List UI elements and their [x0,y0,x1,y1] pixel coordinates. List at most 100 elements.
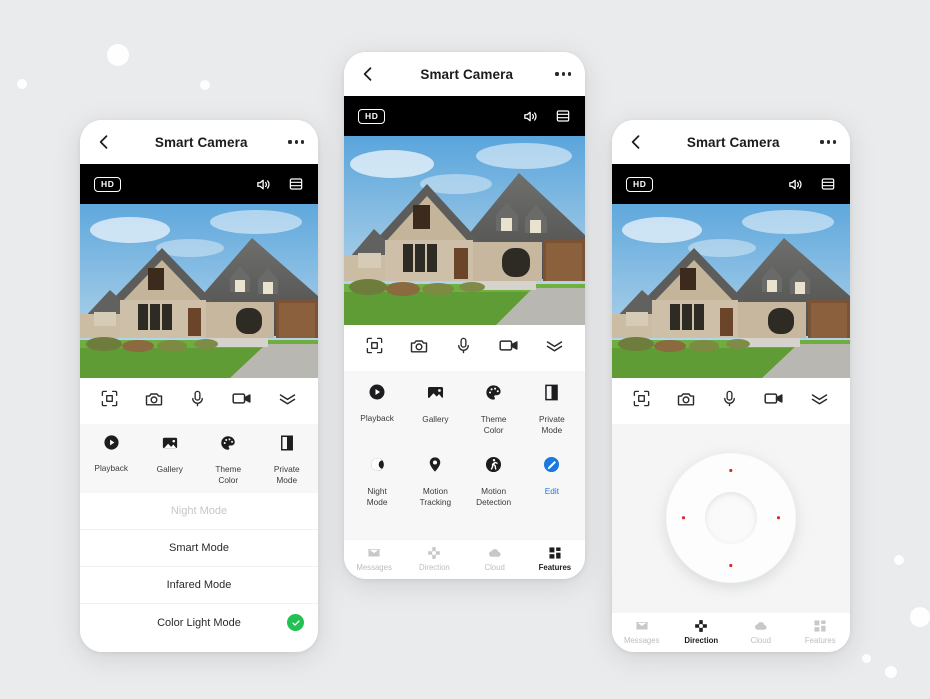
tab-cloud[interactable]: Cloud [731,619,791,645]
more-options-icon[interactable] [820,140,836,144]
feature-label: Gallery [156,464,183,474]
feature-label: Edit [544,486,560,496]
speaker-icon[interactable] [255,176,272,193]
bottom-tab-bar: Messages Direction Cloud Features [612,612,850,652]
camera-live-view[interactable] [612,204,850,378]
feature-grid: Playback Gallery Theme Color Private Mod… [344,371,585,513]
camera-icon[interactable] [144,389,164,414]
mail-icon [635,619,649,633]
phone-mockup-center: Smart Camera HD Playback Gallery Theme C… [344,52,585,579]
mode-row-night[interactable]: Night Mode [80,493,318,530]
feature-label: Gallery [422,414,449,424]
video-icon[interactable] [498,335,519,361]
tab-label: Features [538,562,572,572]
quick-actions-bar [80,378,318,424]
feature-playback[interactable]: Playback [82,434,141,485]
feature-grid-panel: Playback Gallery Theme Color Private Mod… [80,424,318,493]
dpad-down-dot[interactable] [729,563,733,567]
tab-messages[interactable]: Messages [612,619,672,645]
tab-label: Cloud [750,635,771,645]
fullscreen-icon[interactable] [365,336,384,360]
feature-night-mode[interactable]: Night Mode [348,455,406,507]
feature-edit[interactable]: Edit [523,455,581,507]
split-screen-icon[interactable] [820,176,836,192]
video-icon[interactable] [231,388,252,414]
quality-badge[interactable]: HD [94,176,122,192]
private-mode-icon [279,434,295,457]
dpad-right-dot[interactable] [776,516,780,520]
arrow-left-icon[interactable] [626,132,646,152]
direction-pad[interactable] [666,453,796,583]
dpad-center-knob[interactable] [705,492,757,544]
more-options-icon[interactable] [555,72,571,76]
feature-label: Theme Color [215,464,242,485]
dpad-left-dot[interactable] [682,516,686,520]
app-header: Smart Camera [612,120,850,164]
mode-row-smart[interactable]: Smart Mode [80,530,318,567]
feature-theme-color[interactable]: Theme Color [465,383,523,435]
feature-private-mode[interactable]: Private Mode [523,383,581,435]
page-title: Smart Camera [686,134,780,150]
microphone-icon[interactable] [188,389,207,413]
bottom-tab-bar: Messages Direction Cloud Features [344,539,585,579]
collapse-icon[interactable] [809,388,830,414]
mail-icon [367,546,381,560]
grid-icon [548,546,562,560]
tab-label: Cloud [484,562,505,572]
fullscreen-icon[interactable] [100,389,119,413]
video-icon[interactable] [763,388,784,414]
feature-gallery[interactable]: Gallery [141,434,200,485]
quality-badge[interactable]: HD [626,176,654,192]
video-toolbar: HD [80,164,318,204]
feature-private-mode[interactable]: Private Mode [258,434,317,485]
tab-features[interactable]: Features [791,619,851,645]
microphone-icon[interactable] [720,389,739,413]
feature-motion-detection[interactable]: Motion Detection [465,455,523,507]
direction-icon [694,619,708,633]
feature-label: Playback [94,463,129,473]
cloud-icon [487,546,503,560]
feature-grid: Playback Gallery Theme Color Private Mod… [80,424,318,493]
mode-label: Infared Mode [166,579,232,591]
microphone-icon[interactable] [454,336,473,360]
background-dot-1 [107,44,129,66]
video-stream-container: HD [80,164,318,378]
tab-features[interactable]: Features [525,546,585,572]
palette-icon [219,434,237,457]
more-options-icon[interactable] [288,140,304,144]
page-title: Smart Camera [420,66,514,82]
feature-theme-color[interactable]: Theme Color [199,434,258,485]
quality-badge[interactable]: HD [358,108,386,124]
camera-live-view[interactable] [80,204,318,378]
tab-label: Direction [684,635,719,645]
camera-icon[interactable] [676,389,696,414]
dpad-up-dot[interactable] [729,469,733,473]
camera-icon[interactable] [409,336,429,361]
collapse-icon[interactable] [544,335,565,361]
feature-motion-tracking[interactable]: Motion Tracking [406,455,464,507]
mode-row-infared[interactable]: Infared Mode [80,567,318,604]
speaker-icon[interactable] [787,176,804,193]
arrow-left-icon[interactable] [94,132,114,152]
check-circle-icon [287,614,304,631]
quick-actions-bar [612,378,850,424]
tab-label: Messages [623,635,660,645]
background-dot-5 [910,607,930,627]
gallery-icon [426,383,445,407]
camera-live-view[interactable] [344,136,585,325]
tab-direction[interactable]: Direction [672,619,732,645]
split-screen-icon[interactable] [288,176,304,192]
tab-cloud[interactable]: Cloud [465,546,525,572]
speaker-icon[interactable] [522,108,539,125]
tab-label: Features [804,635,836,645]
collapse-icon[interactable] [277,388,298,414]
tab-direction[interactable]: Direction [404,546,464,572]
fullscreen-icon[interactable] [632,389,651,413]
feature-playback[interactable]: Playback [348,383,406,435]
mode-row-color-light[interactable]: Color Light Mode [80,604,318,641]
feature-gallery[interactable]: Gallery [406,383,464,435]
cloud-icon [753,619,769,633]
split-screen-icon[interactable] [555,108,571,124]
arrow-left-icon[interactable] [358,64,378,84]
tab-messages[interactable]: Messages [344,546,404,572]
